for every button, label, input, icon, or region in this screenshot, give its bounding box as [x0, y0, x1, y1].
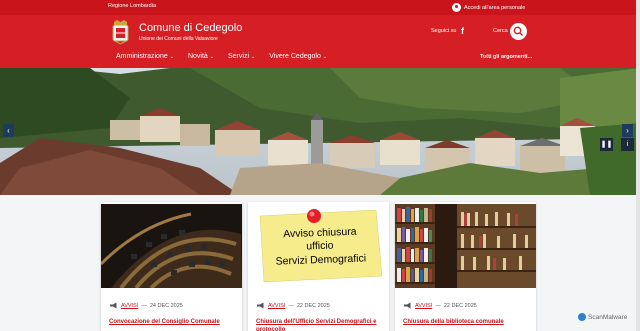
site-subtitle: Unione dei Comuni della Valsaviore — [139, 36, 218, 42]
megaphone-icon — [404, 302, 411, 309]
notice-image: Avviso chiusura ufficio Servizi Demograf… — [248, 204, 389, 288]
search-label: Cerca — [493, 28, 508, 34]
page-scrollbar[interactable] — [636, 0, 640, 331]
personal-area-login[interactable]: Accedi all'area personale — [452, 2, 525, 13]
council-chamber-image — [101, 204, 242, 288]
news-section: AVVISI — 24 DEC 2025 Convocazione del Co… — [0, 195, 640, 331]
news-card[interactable]: AVVISI — 22 DEC 2025 Chiusura della bibl… — [395, 202, 536, 331]
category-link[interactable]: AVVISI — [121, 303, 138, 309]
user-icon — [452, 3, 461, 12]
chevron-down-icon: ⌄ — [251, 53, 256, 60]
main-nav: Amministrazione ⌄ Novità ⌄ Servizi ⌄ Viv… — [116, 53, 341, 60]
chevron-left-icon: ‹ — [7, 126, 10, 135]
news-card[interactable]: AVVISI — 24 DEC 2025 Convocazione del Co… — [101, 202, 242, 331]
news-card[interactable]: Avviso chiusura ufficio Servizi Demograf… — [248, 202, 389, 331]
carousel-next-button[interactable]: › — [622, 124, 633, 137]
nav-item-servizi[interactable]: Servizi ⌄ — [228, 53, 255, 60]
card-date: 24 DEC 2025 — [149, 302, 183, 309]
search-button[interactable] — [510, 23, 527, 40]
card-date: 22 DEC 2025 — [296, 302, 330, 309]
card-meta: AVVISI — 22 DEC 2025 — [256, 302, 330, 309]
shield-icon — [578, 313, 586, 321]
card-title-link[interactable]: Chiusura della biblioteca comunale — [403, 318, 531, 326]
separator: — — [288, 302, 294, 309]
hero-carousel: ❚❚ i — [0, 68, 640, 195]
megaphone-icon — [257, 302, 264, 309]
category-link[interactable]: AVVISI — [268, 303, 285, 309]
nav-label: Servizi — [228, 53, 250, 60]
notice-line-2: ufficio — [306, 240, 334, 253]
card-date: 22 DEC 2025 — [443, 302, 477, 309]
card-meta: AVVISI — 22 DEC 2025 — [403, 302, 477, 309]
separator: — — [435, 302, 441, 309]
chevron-down-icon: ⌄ — [169, 53, 174, 60]
municipal-crest-logo[interactable] — [112, 19, 129, 45]
scanmalware-watermark: ScanMalware — [578, 313, 627, 321]
nav-label: Vivere Cedegolo — [269, 53, 321, 60]
chevron-right-icon: › — [626, 126, 629, 135]
card-title-link[interactable]: Chiusura dell'Ufficio Servizi Demografic… — [256, 318, 384, 331]
info-button[interactable]: i — [621, 138, 634, 151]
nav-label: Novità — [187, 53, 208, 60]
carousel-prev-button[interactable]: ‹ — [3, 124, 14, 137]
follow-us-label: Seguici su — [431, 28, 457, 34]
hero-photo-village — [0, 68, 640, 195]
chevron-down-icon: ⌄ — [322, 53, 328, 60]
login-label: Accedi all'area personale — [464, 4, 526, 11]
category-link[interactable]: AVVISI — [415, 303, 432, 309]
watermark-label: ScanMalware — [588, 313, 628, 321]
site-title[interactable]: Comune di Cedegolo — [139, 22, 242, 34]
megaphone-icon — [110, 302, 117, 309]
region-link[interactable]: Regione Lombardia — [108, 3, 156, 9]
nav-label: Amministrazione — [116, 53, 168, 60]
nav-item-vivere-cedegolo[interactable]: Vivere Cedegolo ⌄ — [269, 53, 327, 60]
top-bar: Regione Lombardia Accedi all'area person… — [0, 0, 640, 15]
search-icon — [513, 26, 523, 36]
library-shelves-image — [395, 204, 536, 288]
all-topics-link[interactable]: Tutti gli argomenti... — [480, 54, 532, 60]
site-header: Comune di Cedegolo Unione dei Comuni del… — [0, 15, 640, 68]
nav-item-amministrazione[interactable]: Amministrazione ⌄ — [116, 53, 174, 60]
card-meta: AVVISI — 24 DEC 2025 — [109, 302, 183, 309]
nav-item-novita[interactable]: Novità ⌄ — [188, 53, 214, 60]
notice-line-1: Avviso chiusura — [283, 226, 357, 241]
card-title-link[interactable]: Convocazione del Consiglio Comunale — [109, 318, 237, 326]
chevron-down-icon: ⌄ — [209, 53, 214, 60]
separator: — — [141, 302, 147, 309]
pause-button[interactable]: ❚❚ — [600, 138, 613, 151]
facebook-icon[interactable]: f — [458, 26, 467, 36]
